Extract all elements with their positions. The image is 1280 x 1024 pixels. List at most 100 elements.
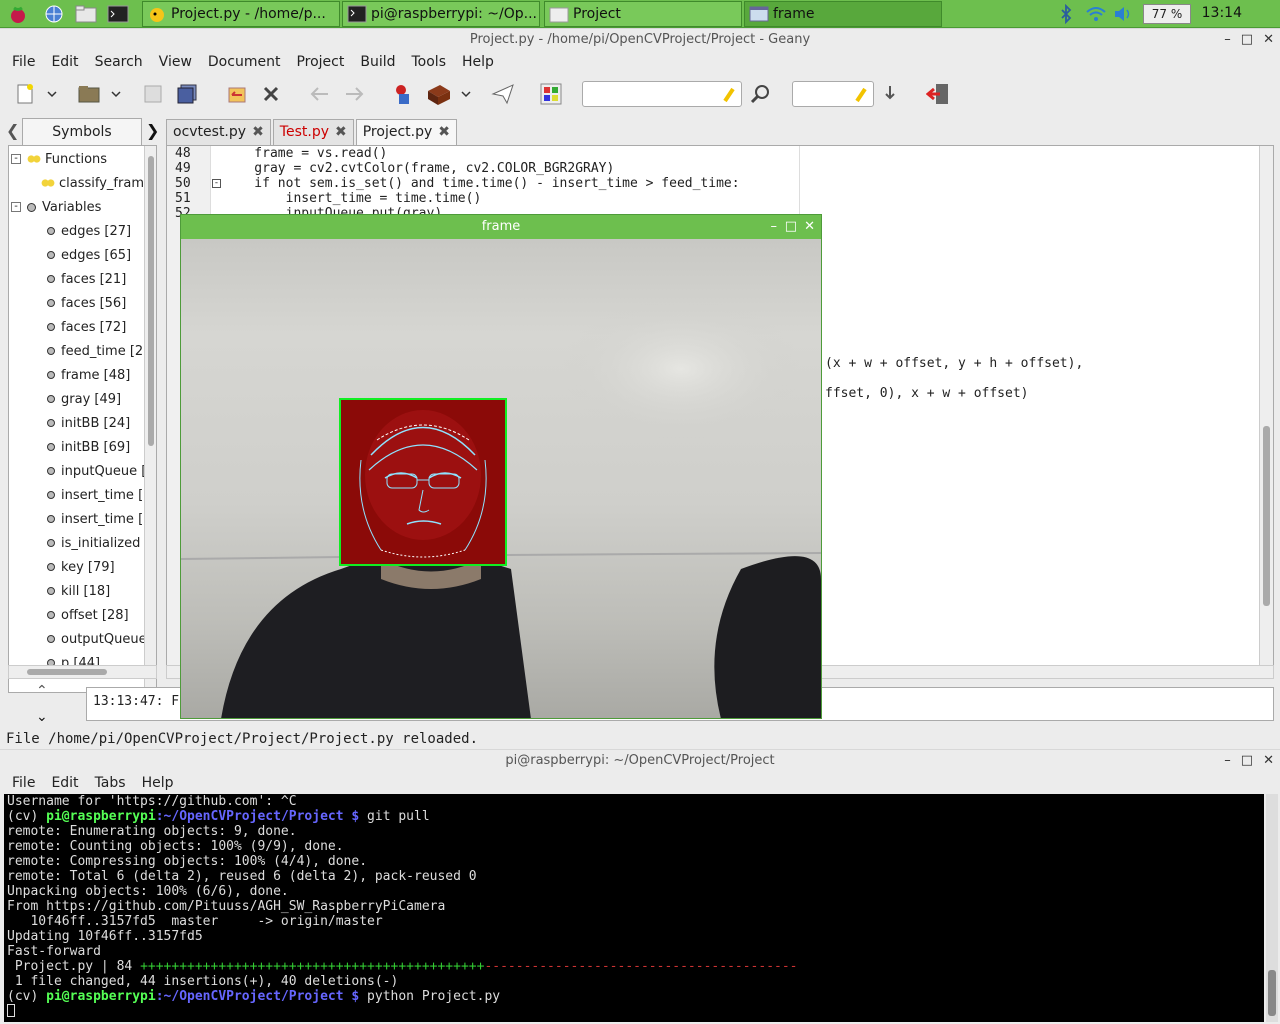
minimize-icon[interactable]: – — [1224, 29, 1231, 51]
frame-titlebar[interactable]: frame – □ ✕ — [181, 215, 821, 239]
symbol-item[interactable]: classify_fram — [41, 172, 144, 194]
symbol-item[interactable]: edges [65] — [47, 244, 131, 266]
collapse-toggle-icon[interactable]: - — [11, 202, 21, 212]
menu-edit[interactable]: Edit — [43, 54, 86, 70]
symbol-item[interactable]: - Functions — [11, 148, 107, 170]
symbol-label: faces [56] — [61, 295, 127, 311]
menu-build[interactable]: Build — [352, 54, 403, 70]
save-all-icon[interactable] — [174, 81, 200, 107]
open-dropdown-icon[interactable] — [108, 81, 124, 107]
find-icon[interactable] — [748, 81, 774, 107]
close-icon[interactable]: ✕ — [1263, 750, 1274, 772]
file-manager-icon[interactable] — [74, 3, 98, 25]
symbol-item[interactable]: is_initialized [ — [47, 532, 150, 554]
new-file-icon[interactable] — [12, 81, 38, 107]
maximize-icon[interactable]: □ — [1241, 750, 1253, 772]
close-icon[interactable]: ✕ — [1263, 29, 1274, 51]
goto-line-input[interactable] — [792, 81, 874, 107]
maximize-icon[interactable]: □ — [785, 215, 797, 239]
terminal-scrollbar[interactable] — [1266, 794, 1278, 1022]
task-frame[interactable]: frame — [744, 1, 942, 27]
message-up-icon[interactable]: ⌃ — [36, 683, 48, 699]
fold-marker-icon[interactable]: - — [212, 179, 221, 188]
menu-tools[interactable]: Tools — [404, 54, 455, 70]
build-icon[interactable] — [426, 81, 452, 107]
terminal-launcher-icon[interactable] — [106, 3, 130, 25]
close-file-icon[interactable] — [258, 81, 284, 107]
menu-tabs[interactable]: Tabs — [87, 775, 134, 791]
bluetooth-icon[interactable] — [1054, 3, 1078, 25]
symbol-item[interactable]: initBB [24] — [47, 412, 130, 434]
symbol-vscroll[interactable] — [144, 146, 156, 692]
menu-file[interactable]: File — [4, 54, 43, 70]
close-tab-icon[interactable]: ✖ — [335, 124, 347, 140]
color-chooser-icon[interactable] — [538, 81, 564, 107]
goto-line-icon[interactable] — [880, 81, 906, 107]
task-geany[interactable]: Project.py - /home/p... — [142, 1, 340, 27]
symbol-item[interactable]: insert_time [: — [47, 484, 148, 506]
forward-icon[interactable] — [342, 81, 368, 107]
symbol-item[interactable]: outputQueue — [47, 628, 147, 650]
tab-symbols[interactable]: Symbols — [22, 118, 142, 146]
execute-icon[interactable] — [490, 81, 516, 107]
editor-vscroll[interactable] — [1259, 146, 1273, 676]
menu-help[interactable]: Help — [134, 775, 182, 791]
minimize-icon[interactable]: – — [771, 215, 778, 239]
symbol-item[interactable]: key [79] — [47, 556, 115, 578]
menu-document[interactable]: Document — [200, 54, 289, 70]
menu-view[interactable]: View — [151, 54, 200, 70]
search-input[interactable] — [582, 81, 742, 107]
save-icon[interactable] — [140, 81, 166, 107]
symbol-item[interactable]: insert_time [! — [47, 508, 148, 530]
new-dropdown-icon[interactable] — [44, 81, 60, 107]
task-project-folder[interactable]: Project — [544, 1, 742, 27]
maximize-icon[interactable]: □ — [1241, 29, 1253, 51]
symbol-item[interactable]: offset [28] — [47, 604, 129, 626]
code-line: gray = cv2.cvtColor(frame, cv2.COLOR_BGR… — [223, 161, 614, 176]
quit-icon[interactable] — [926, 81, 952, 107]
tab-ocvtest[interactable]: ocvtest.py ✖ — [166, 119, 271, 145]
symbol-hscroll[interactable] — [8, 665, 157, 679]
raspberry-menu-icon[interactable] — [6, 3, 30, 25]
tab-test[interactable]: Test.py ✖ — [272, 119, 354, 145]
symbol-item[interactable]: initBB [69] — [47, 436, 130, 458]
menu-help[interactable]: Help — [454, 54, 502, 70]
clear-search-icon[interactable] — [721, 85, 737, 103]
sidebar-next-arrow[interactable]: ❯ — [146, 121, 159, 140]
back-icon[interactable] — [306, 81, 332, 107]
symbol-item[interactable]: inputQueue [ — [47, 460, 146, 482]
menu-search[interactable]: Search — [87, 54, 151, 70]
symbol-item[interactable]: kill [18] — [47, 580, 110, 602]
frame-window[interactable]: frame – □ ✕ — [180, 214, 822, 719]
tab-project[interactable]: Project.py ✖ — [355, 119, 457, 145]
menu-project[interactable]: Project — [288, 54, 352, 70]
message-down-icon[interactable]: ⌄ — [36, 709, 48, 725]
geany-titlebar: Project.py - /home/pi/OpenCVProject/Proj… — [0, 29, 1280, 51]
compile-icon[interactable] — [390, 81, 416, 107]
menu-file[interactable]: File — [4, 775, 43, 791]
close-icon[interactable]: ✕ — [804, 215, 815, 239]
wifi-icon[interactable] — [1084, 3, 1108, 25]
open-file-icon[interactable] — [76, 81, 102, 107]
symbol-item[interactable]: edges [27] — [47, 220, 131, 242]
sidebar-prev-arrow[interactable]: ❮ — [6, 121, 19, 140]
task-terminal[interactable]: pi@raspberrypi: ~/Op... — [342, 1, 540, 27]
symbol-item[interactable]: faces [72] — [47, 316, 126, 338]
volume-icon[interactable] — [1112, 3, 1136, 25]
clear-goto-icon[interactable] — [853, 85, 869, 103]
close-tab-icon[interactable]: ✖ — [252, 124, 264, 140]
symbol-item[interactable]: - Variables — [11, 196, 101, 218]
revert-icon[interactable] — [224, 81, 250, 107]
symbol-item[interactable]: feed_time [2! — [47, 340, 148, 362]
minimize-icon[interactable]: – — [1224, 750, 1231, 772]
symbol-item[interactable]: gray [49] — [47, 388, 121, 410]
symbol-item[interactable]: faces [21] — [47, 268, 126, 290]
collapse-toggle-icon[interactable]: - — [11, 154, 21, 164]
build-dropdown-icon[interactable] — [458, 81, 474, 107]
menu-edit[interactable]: Edit — [43, 775, 86, 791]
browser-globe-icon[interactable] — [42, 3, 66, 25]
symbol-item[interactable]: frame [48] — [47, 364, 130, 386]
symbol-item[interactable]: faces [56] — [47, 292, 126, 314]
terminal-output[interactable]: Username for 'https://github.com': ^C (c… — [4, 794, 1264, 1022]
close-tab-icon[interactable]: ✖ — [438, 124, 450, 140]
